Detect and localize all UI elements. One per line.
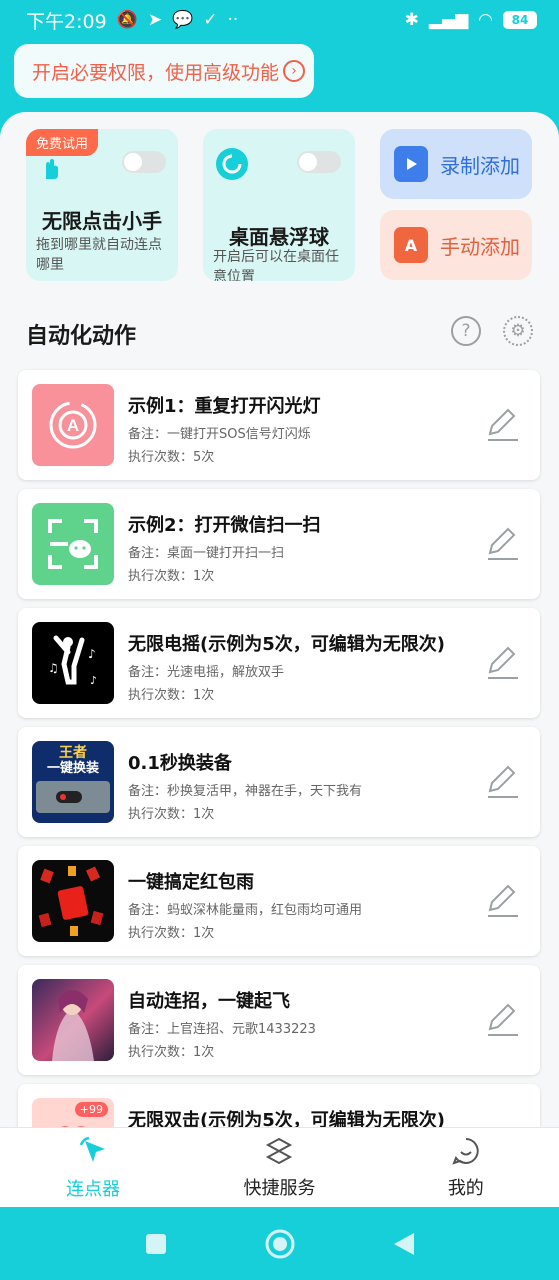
action-note: 备注：桌面一键打开扫一扫 (128, 546, 285, 561)
clicker-toggle[interactable] (122, 151, 166, 173)
float-ball-title: 桌面悬浮球 (229, 225, 329, 249)
edit-pencil-icon[interactable] (484, 406, 522, 444)
section-title: 自动化动作 (26, 324, 137, 349)
bottom-nav: 连点器 快捷服务 我的 (0, 1127, 559, 1207)
manual-edit-icon: A (394, 227, 428, 263)
action-item[interactable]: A 示例1：重复打开闪光灯 备注：一键打开SOS信号灯闪烁 执行次数：5次 (18, 370, 540, 480)
edit-pencil-icon[interactable] (484, 882, 522, 920)
settings-gear-icon[interactable]: ⚙ (503, 316, 533, 346)
action-list: A 示例1：重复打开闪光灯 备注：一键打开SOS信号灯闪烁 执行次数：5次 示例… (18, 370, 540, 1127)
action-name: 无限双击(示例为5次，可编辑为无限次) (128, 1110, 445, 1127)
chevron-right-icon: › (283, 60, 306, 82)
svg-text:♪: ♪ (90, 674, 97, 687)
bluetooth-icon: ✱ (404, 9, 419, 30)
more-dots-icon: ·· (227, 9, 239, 30)
action-count: 执行次数：1次 (128, 688, 215, 703)
svg-text:♫: ♫ (48, 661, 59, 675)
hero-combo-thumb (32, 979, 114, 1061)
action-note: 备注：上官连招、元歌1433223 (128, 1022, 316, 1037)
status-time: 下午2:09 (26, 10, 107, 33)
manual-add-label: 手动添加 (440, 234, 520, 259)
action-note: 备注：蚂蚁深林能量雨，红包雨均可通用 (128, 903, 363, 918)
thumb-game-subtitle: 一键换装 (46, 761, 99, 776)
action-item[interactable]: 王者 一键换装 0.1秒换装备 备注：秒换复活甲，神器在手，天下我有 执行次数：… (18, 727, 540, 837)
red-packet-thumb (32, 860, 114, 942)
tab-mine-label: 我的 (447, 1177, 484, 1199)
float-ball-card[interactable]: 桌面悬浮球 开启后可以在桌面任意位置 (203, 129, 355, 281)
clicker-subtitle: 拖到哪里就自动连点哪里 (36, 237, 162, 273)
recents-square-icon[interactable] (144, 1232, 168, 1256)
clicker-title: 无限点击小手 (42, 209, 162, 233)
action-note: 备注：秒换复活甲，神器在手，天下我有 (128, 784, 363, 799)
flashlight-thumb: A (32, 384, 114, 466)
action-name: 无限电摇(示例为5次，可编辑为无限次) (128, 634, 445, 655)
wifi-icon: ◠ (478, 9, 493, 30)
edit-pencil-icon[interactable] (484, 644, 522, 682)
clicker-card[interactable]: 免费试用 无限点击小手 拖到哪里就自动连点哪里 (26, 129, 178, 281)
svg-text:A: A (67, 416, 79, 435)
mute-icon: 🔕 (116, 9, 138, 30)
hand-icon (46, 159, 58, 179)
tab-quick-service[interactable]: 快捷服务 (199, 1136, 359, 1200)
message-icon: 💬 (172, 9, 194, 30)
tab-clicker[interactable]: 连点器 (13, 1135, 173, 1201)
action-item[interactable]: 一键搞定红包雨 备注：蚂蚁深林能量雨，红包雨均可通用 执行次数：1次 (18, 846, 540, 956)
free-trial-badge: 免费试用 (26, 129, 99, 156)
main-sheet: 免费试用 无限点击小手 拖到哪里就自动连点哪里 桌面悬浮球 开启后可以在桌面任意… (0, 112, 559, 1127)
thumb-game-title: 王者 (59, 745, 87, 761)
system-nav-bar (0, 1207, 559, 1280)
action-item[interactable]: 自动连招，一键起飞 备注：上官连招、元歌1433223 执行次数：1次 (18, 965, 540, 1075)
help-icon[interactable]: ? (451, 316, 481, 346)
game-equip-thumb: 王者 一键换装 (32, 741, 114, 823)
action-item[interactable]: +99 无限双击(示例为5次，可编辑为无限次) (18, 1084, 540, 1127)
phone-image (36, 781, 110, 813)
status-bar: 下午2:09 🔕 ➤ 💬 ✓ ·· ✱ ▂▄▆ ◠ 84 (0, 0, 559, 40)
tab-quick-service-label: 快捷服务 (243, 1177, 316, 1199)
action-note: 备注：一键打开SOS信号灯闪烁 (128, 427, 311, 442)
profile-smile-icon (452, 1137, 479, 1165)
action-name: 0.1秒换装备 (128, 753, 232, 774)
telegram-icon: ➤ (147, 9, 163, 30)
edit-pencil-icon[interactable] (484, 1001, 522, 1039)
action-note: 备注：光速电摇，解放双手 (128, 665, 285, 680)
manual-add-button[interactable]: A 手动添加 (380, 210, 532, 280)
wechat-scan-thumb (32, 503, 114, 585)
double-tap-thumb: +99 (32, 1098, 114, 1127)
likes-badge: +99 (74, 1102, 108, 1117)
video-record-icon (394, 146, 428, 182)
permission-banner[interactable]: 开启必要权限，使用高级功能 › (14, 44, 314, 98)
action-count: 执行次数：1次 (128, 926, 215, 941)
signal-icon: ▂▄▆ (428, 9, 469, 30)
action-item[interactable]: ♪ ♫ ♪ 无限电摇(示例为5次，可编辑为无限次) 备注：光速电摇，解放双手 执… (18, 608, 540, 718)
permission-banner-text: 开启必要权限，使用高级功能 (32, 61, 280, 84)
action-name: 一键搞定红包雨 (128, 872, 254, 893)
float-ball-toggle[interactable] (297, 151, 341, 173)
action-count: 执行次数：1次 (128, 569, 215, 584)
battery-icon: 84 (503, 11, 537, 29)
home-circle-icon[interactable] (264, 1228, 296, 1260)
heart-icon (61, 1126, 85, 1127)
tab-mine[interactable]: 我的 (386, 1136, 546, 1200)
quick-service-icon (266, 1137, 293, 1164)
action-name: 自动连招，一键起飞 (128, 991, 290, 1012)
edit-pencil-icon[interactable] (484, 763, 522, 801)
back-triangle-icon[interactable] (392, 1231, 416, 1257)
action-count: 执行次数：5次 (128, 450, 215, 465)
action-name: 示例2：打开微信扫一扫 (128, 515, 321, 536)
record-add-label: 录制添加 (440, 153, 520, 178)
record-add-button[interactable]: 录制添加 (380, 129, 532, 199)
dancer-thumb: ♪ ♫ ♪ (32, 622, 114, 704)
edit-pencil-icon[interactable] (484, 525, 522, 563)
action-count: 执行次数：1次 (128, 807, 215, 822)
svg-text:♪: ♪ (88, 647, 96, 661)
clicker-tab-icon (79, 1136, 106, 1162)
download-icon: ✓ (203, 9, 218, 30)
tab-clicker-label: 连点器 (66, 1178, 121, 1200)
action-name: 示例1：重复打开闪光灯 (128, 396, 321, 417)
float-ball-subtitle: 开启后可以在桌面任意位置 (213, 249, 339, 281)
action-item[interactable]: 示例2：打开微信扫一扫 备注：桌面一键打开扫一扫 执行次数：1次 (18, 489, 540, 599)
action-count: 执行次数：1次 (128, 1045, 215, 1060)
float-ball-icon (216, 148, 248, 180)
